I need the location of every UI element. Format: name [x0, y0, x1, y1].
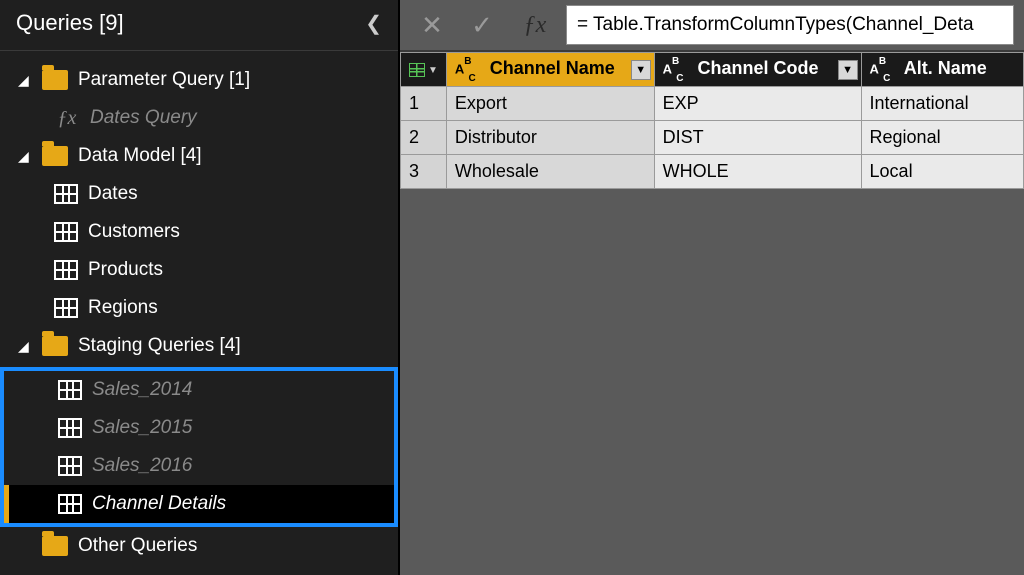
column-title: Alt. Name	[904, 58, 987, 78]
cell[interactable]: Local	[861, 155, 1023, 189]
query-sales-2014[interactable]: Sales_2014	[4, 371, 394, 409]
column-filter-button[interactable]: ▼	[838, 60, 858, 80]
folder-icon	[42, 536, 68, 556]
collapse-chevron-icon[interactable]: ❮	[365, 11, 382, 36]
query-label: Channel Details	[92, 493, 226, 515]
sidebar-title: Queries [9]	[16, 10, 124, 36]
query-regions[interactable]: Regions	[0, 289, 398, 327]
highlight-box: Sales_2014 Sales_2015 Sales_2016 Channel…	[0, 367, 398, 527]
folder-staging-queries[interactable]: ◢ Staging Queries [4]	[0, 327, 398, 365]
row-number[interactable]: 1	[401, 87, 447, 121]
table-icon	[54, 260, 78, 280]
cell[interactable]: DIST	[654, 121, 861, 155]
cancel-formula-button[interactable]: ✕	[410, 5, 454, 45]
column-header-channel-name[interactable]: ABC Channel Name ▼	[446, 53, 654, 87]
query-channel-details[interactable]: Channel Details	[4, 485, 394, 523]
folder-label: Data Model [4]	[78, 145, 202, 167]
caret-icon[interactable]: ◢	[18, 148, 32, 165]
query-sales-2015[interactable]: Sales_2015	[4, 409, 394, 447]
type-text-icon: ABC	[870, 61, 894, 80]
column-header-alt-name[interactable]: ABC Alt. Name	[861, 53, 1023, 87]
table-icon	[54, 298, 78, 318]
data-table: ▼ ABC Channel Name ▼ ABC Channel Code ▼ …	[400, 52, 1024, 189]
cell[interactable]: Distributor	[446, 121, 654, 155]
query-label: Sales_2016	[92, 455, 192, 477]
query-products[interactable]: Products	[0, 251, 398, 289]
column-filter-button[interactable]: ▼	[631, 60, 651, 80]
formula-bar: ✕ ✓ ƒx = Table.TransformColumnTypes(Chan…	[400, 0, 1024, 52]
query-customers[interactable]: Customers	[0, 213, 398, 251]
fx-icon: ƒx	[54, 107, 80, 130]
caret-icon[interactable]: ◢	[18, 72, 32, 89]
cell[interactable]: WHOLE	[654, 155, 861, 189]
table-icon	[58, 456, 82, 476]
query-label: Dates	[88, 183, 138, 205]
folder-icon	[42, 336, 68, 356]
query-label: Products	[88, 259, 163, 281]
queries-tree: ◢ Parameter Query [1] ƒx Dates Query ◢ D…	[0, 51, 398, 565]
table-row[interactable]: 2 Distributor DIST Regional	[401, 121, 1024, 155]
cell[interactable]: EXP	[654, 87, 861, 121]
row-number[interactable]: 2	[401, 121, 447, 155]
caret-icon[interactable]: ◢	[18, 338, 32, 355]
cell[interactable]: Wholesale	[446, 155, 654, 189]
cell[interactable]: Regional	[861, 121, 1023, 155]
type-text-icon: ABC	[663, 61, 687, 80]
folder-label: Parameter Query [1]	[78, 69, 250, 91]
table-picker-icon	[409, 63, 425, 77]
table-row[interactable]: 3 Wholesale WHOLE Local	[401, 155, 1024, 189]
query-dates-query[interactable]: ƒx Dates Query	[0, 99, 398, 137]
query-label: Customers	[88, 221, 180, 243]
query-label: Sales_2014	[92, 379, 192, 401]
chevron-down-icon: ▼	[428, 65, 438, 76]
folder-parameter-query[interactable]: ◢ Parameter Query [1]	[0, 61, 398, 99]
query-label: Regions	[88, 297, 158, 319]
row-number[interactable]: 3	[401, 155, 447, 189]
column-title: Channel Name	[490, 58, 615, 78]
table-icon	[54, 184, 78, 204]
query-sales-2016[interactable]: Sales_2016	[4, 447, 394, 485]
table-corner-button[interactable]: ▼	[401, 53, 447, 87]
folder-other-queries[interactable]: ◢ Other Queries	[0, 527, 398, 565]
query-dates[interactable]: Dates	[0, 175, 398, 213]
table-icon	[58, 380, 82, 400]
table-icon	[54, 222, 78, 242]
table-icon	[58, 418, 82, 438]
folder-label: Staging Queries [4]	[78, 335, 241, 357]
column-title: Channel Code	[698, 58, 819, 78]
cell[interactable]: Export	[446, 87, 654, 121]
folder-data-model[interactable]: ◢ Data Model [4]	[0, 137, 398, 175]
column-header-channel-code[interactable]: ABC Channel Code ▼	[654, 53, 861, 87]
table-row[interactable]: 1 Export EXP International	[401, 87, 1024, 121]
folder-icon	[42, 70, 68, 90]
folder-label: Other Queries	[78, 535, 197, 557]
cell[interactable]: International	[861, 87, 1023, 121]
formula-input[interactable]: = Table.TransformColumnTypes(Channel_Det…	[566, 5, 1014, 45]
folder-icon	[42, 146, 68, 166]
query-label: Sales_2015	[92, 417, 192, 439]
query-label: Dates Query	[90, 107, 197, 129]
fx-icon[interactable]: ƒx	[510, 12, 560, 39]
sidebar-header: Queries [9] ❮	[0, 0, 398, 51]
apply-formula-button[interactable]: ✓	[460, 5, 504, 45]
queries-sidebar: Queries [9] ❮ ◢ Parameter Query [1] ƒx D…	[0, 0, 400, 575]
type-text-icon: ABC	[455, 61, 479, 80]
right-pane: ✕ ✓ ƒx = Table.TransformColumnTypes(Chan…	[400, 0, 1024, 575]
table-icon	[58, 494, 82, 514]
